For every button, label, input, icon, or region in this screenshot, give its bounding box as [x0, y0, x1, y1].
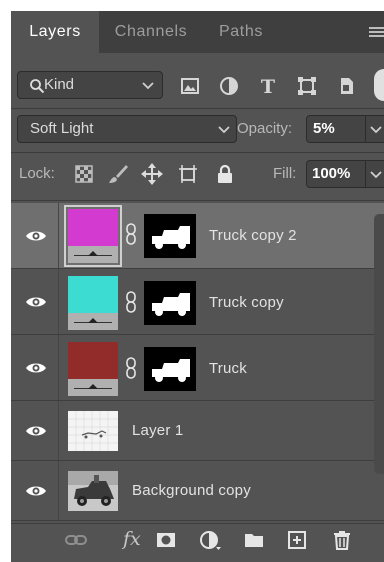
adjustment-thumbnail[interactable] — [64, 205, 122, 267]
fx-icon[interactable]: fx — [123, 528, 141, 550]
truck-mask-icon — [152, 226, 190, 249]
levels-slider-graphic — [68, 313, 118, 330]
lock-artboard-icon[interactable] — [177, 163, 199, 185]
smart-object-filter-icon[interactable] — [335, 75, 357, 97]
layer-name[interactable]: Background copy — [132, 482, 251, 499]
layer-mask-thumbnail[interactable] — [144, 281, 196, 325]
layer-mask-thumbnail[interactable] — [144, 347, 196, 391]
fill-label: Fill: — [273, 165, 297, 182]
layer-name[interactable]: Truck copy 2 — [209, 227, 297, 244]
color-swatch — [68, 342, 118, 379]
layer-row-layer-1[interactable]: Layer 1 — [11, 401, 384, 461]
opacity-input[interactable]: 5% — [306, 115, 366, 143]
chain-link-icon[interactable] — [125, 291, 137, 313]
blend-mode-label: Soft Light — [30, 120, 94, 137]
chevron-down-icon — [142, 82, 154, 90]
adjustment-filter-icon[interactable] — [218, 75, 240, 97]
visibility-column — [11, 461, 59, 520]
layer-thumbnail[interactable] — [68, 411, 118, 451]
filter-kind-label: Kind — [44, 76, 75, 93]
link-layers-icon[interactable] — [65, 529, 87, 551]
blend-mode-select[interactable]: Soft Light — [17, 115, 237, 143]
lock-image-pixels-icon[interactable] — [107, 163, 129, 185]
truck-mask-icon — [152, 359, 190, 382]
chevron-down-icon — [218, 126, 230, 134]
color-swatch — [68, 209, 118, 246]
chevron-down-icon — [370, 171, 382, 179]
visibility-column — [11, 401, 59, 460]
eye-icon[interactable] — [25, 295, 47, 309]
visibility-column — [11, 335, 59, 400]
search-icon — [30, 79, 45, 94]
new-layer-icon[interactable] — [286, 529, 308, 551]
image-filter-icon[interactable] — [179, 75, 201, 97]
eye-icon[interactable] — [25, 484, 47, 498]
divider — [11, 152, 384, 153]
filter-kind-select[interactable]: Kind — [17, 71, 163, 99]
tab-paths[interactable]: Paths — [203, 11, 279, 53]
eye-icon[interactable] — [25, 424, 47, 438]
visibility-column — [11, 269, 59, 334]
levels-slider-graphic — [68, 246, 118, 263]
layer-row-background-copy[interactable]: Background copy — [11, 461, 384, 521]
divider — [11, 200, 384, 201]
opacity-dropdown-button[interactable] — [366, 115, 384, 143]
panel-tab-bar: Layers Channels Paths — [11, 11, 384, 53]
lock-label: Lock: — [19, 165, 55, 182]
visibility-column — [11, 203, 59, 268]
sketch-thumbnail-icon — [68, 411, 118, 451]
type-filter-icon[interactable]: T — [257, 75, 279, 97]
divider — [11, 108, 384, 109]
scrollbar[interactable] — [374, 214, 384, 474]
fill-dropdown-button[interactable] — [366, 160, 384, 188]
lock-transparent-pixels-icon[interactable] — [73, 163, 95, 185]
chain-link-icon[interactable] — [125, 357, 137, 379]
layer-row-truck[interactable]: Truck — [11, 335, 384, 401]
filter-toggle[interactable] — [374, 69, 384, 101]
layer-name[interactable]: Truck copy — [209, 294, 284, 311]
eye-icon[interactable] — [25, 361, 47, 375]
layer-thumbnail[interactable] — [68, 471, 118, 511]
add-mask-icon[interactable] — [155, 529, 177, 551]
color-swatch — [68, 276, 118, 313]
truck-mask-icon — [152, 293, 190, 316]
fill-value: 100% — [312, 165, 351, 182]
new-adjustment-icon[interactable] — [199, 529, 221, 551]
layers-list: Truck copy 2 Truck copy Truck Layer 1 Ba… — [11, 203, 384, 529]
layer-row-truck-copy-2[interactable]: Truck copy 2 — [11, 203, 384, 269]
opacity-label: Opacity: — [237, 120, 293, 137]
lock-all-icon[interactable] — [214, 163, 236, 185]
levels-slider-graphic — [68, 379, 118, 396]
svg-text:T: T — [261, 76, 275, 97]
fill-input[interactable]: 100% — [306, 160, 366, 188]
layers-panel: Layers Channels Paths Kind T Soft Light … — [11, 11, 384, 562]
layer-mask-thumbnail[interactable] — [144, 214, 196, 258]
adjustment-thumbnail[interactable] — [68, 342, 118, 396]
adjustment-thumbnail[interactable] — [68, 276, 118, 330]
photo-thumbnail-icon — [68, 471, 118, 511]
panel-menu-icon[interactable] — [365, 25, 384, 39]
tab-layers[interactable]: Layers — [11, 11, 99, 53]
chain-link-icon[interactable] — [125, 223, 137, 245]
layer-name[interactable]: Layer 1 — [132, 422, 183, 439]
layer-name[interactable]: Truck — [209, 360, 247, 377]
delete-layer-icon[interactable] — [331, 529, 353, 551]
tab-channels[interactable]: Channels — [99, 11, 203, 53]
layer-row-truck-copy[interactable]: Truck copy — [11, 269, 384, 335]
lock-position-icon[interactable] — [141, 163, 163, 185]
new-group-icon[interactable] — [243, 529, 265, 551]
opacity-value: 5% — [313, 120, 335, 137]
eye-icon[interactable] — [25, 229, 47, 243]
chevron-down-icon — [370, 126, 382, 134]
shape-filter-icon[interactable] — [296, 75, 318, 97]
